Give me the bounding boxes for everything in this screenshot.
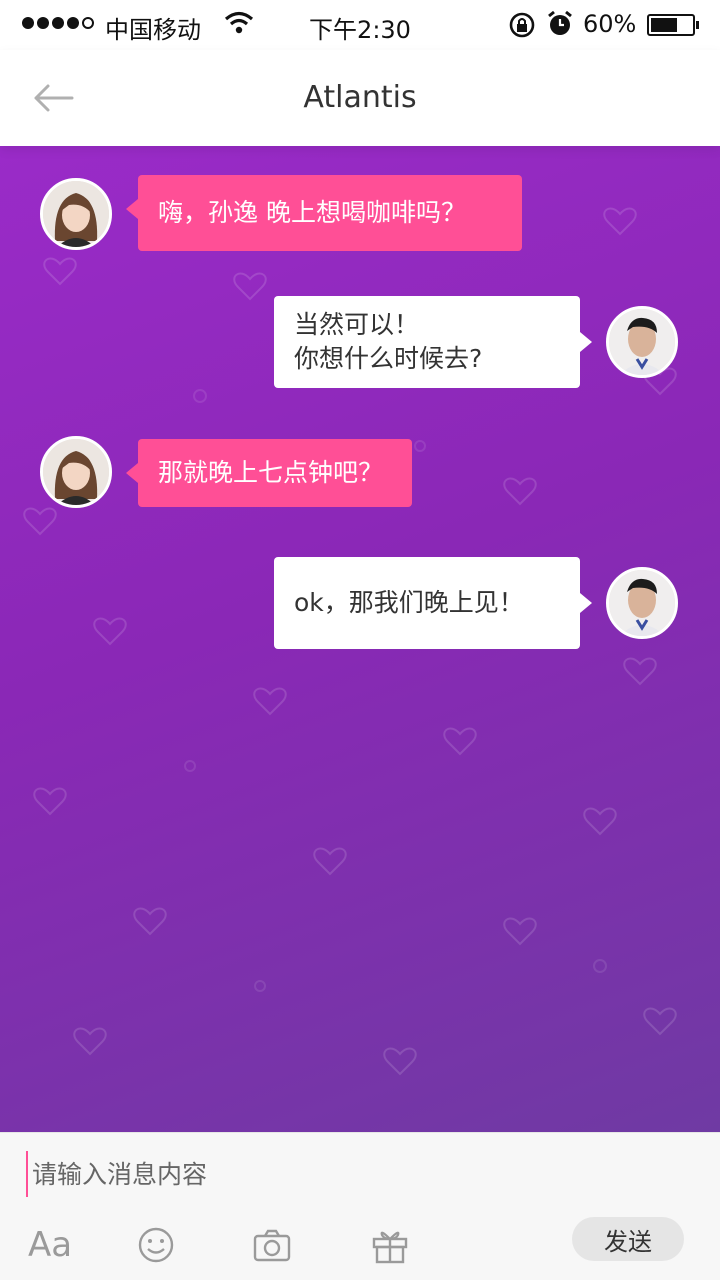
message-bubble[interactable]: 当然可以！ 你想什么时候去? — [274, 296, 592, 388]
message-input-area: Aa 发送 — [0, 1132, 720, 1280]
nav-bar: Atlantis — [0, 50, 720, 146]
message-text: 嗨，孙逸 晚上想喝咖啡吗？ — [158, 198, 466, 227]
message-text-line: 你想什么时候去? — [294, 344, 483, 373]
battery-icon — [647, 14, 699, 36]
message-bubble[interactable]: 那就晚上七点钟吧？ — [126, 439, 412, 507]
send-button[interactable]: 发送 — [572, 1217, 684, 1261]
message-bubble[interactable]: ok，那我们晚上见！ — [274, 557, 592, 649]
message-input[interactable] — [26, 1151, 686, 1197]
avatar-male[interactable] — [606, 567, 678, 639]
female-portrait-icon — [43, 181, 109, 247]
alarm-icon — [548, 10, 572, 35]
font-button[interactable]: Aa — [28, 1225, 72, 1265]
avatar-female[interactable] — [40, 436, 112, 508]
message-text-line: 当然可以！ — [294, 310, 420, 339]
smiley-icon[interactable] — [136, 1225, 176, 1265]
battery-percentage: 60% — [583, 10, 637, 38]
message-bubble[interactable]: 嗨，孙逸 晚上想喝咖啡吗？ — [126, 175, 522, 251]
rotation-lock-icon — [509, 12, 535, 38]
female-portrait-icon — [43, 439, 109, 505]
chat-area[interactable]: 嗨，孙逸 晚上想喝咖啡吗？ 当然可以！ 你想什么时候去? 那就晚上七点钟吧？ o… — [0, 146, 720, 1132]
message-text: 那就晚上七点钟吧？ — [158, 458, 384, 487]
camera-icon[interactable] — [252, 1225, 292, 1265]
male-portrait-icon — [609, 309, 675, 375]
male-portrait-icon — [609, 570, 675, 636]
gift-icon[interactable] — [370, 1225, 410, 1265]
page-title: Atlantis — [303, 80, 417, 115]
avatar-male[interactable] — [606, 306, 678, 378]
avatar-female[interactable] — [40, 178, 112, 250]
status-bar: 中国移动 下午2:30 60% — [0, 0, 720, 50]
message-text: ok，那我们晚上见！ — [294, 588, 524, 617]
